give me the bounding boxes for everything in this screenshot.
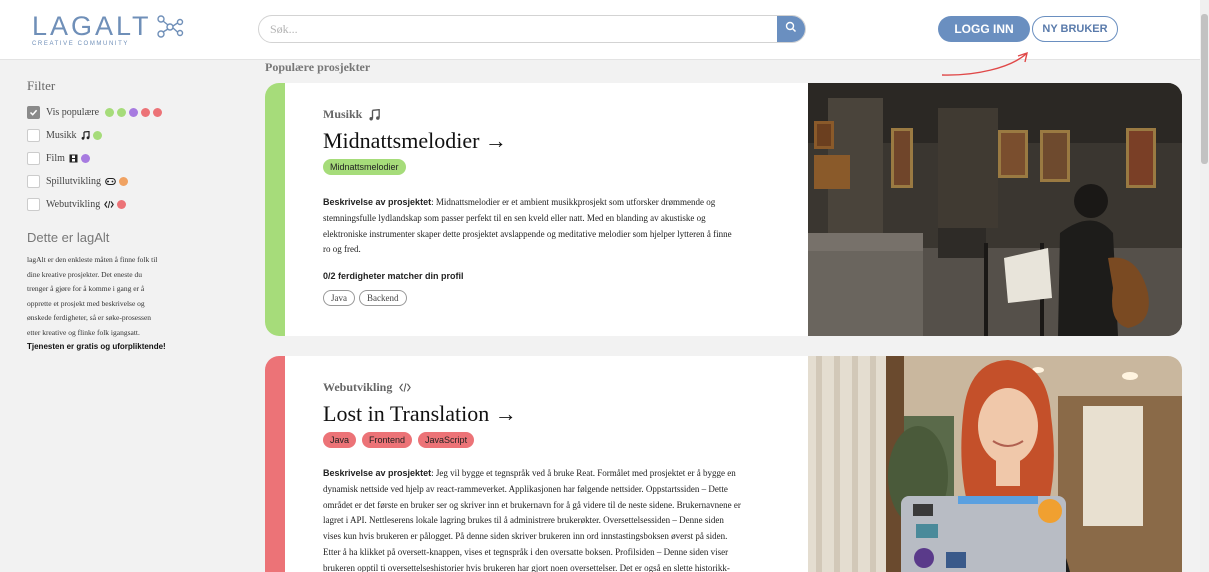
annotation-arrow-icon	[940, 48, 1035, 85]
desc-line: Etter å ha klikket på oversett-knappen, …	[323, 546, 729, 557]
login-button[interactable]: LOGG INN	[938, 16, 1030, 42]
scrollbar-thumb[interactable]	[1201, 14, 1208, 164]
filter-music[interactable]: Musikk	[27, 124, 227, 147]
skill-list: Java Backend	[323, 290, 809, 307]
desc-line: elektroniske instrumenter skaper dette p…	[323, 228, 732, 239]
color-dot	[117, 200, 127, 209]
card-body: Musikk Midnattsmelodier → Midnattsmelodi…	[323, 107, 809, 307]
project-description: Beskrivelse av prosjektet: Midnattsmelod…	[323, 195, 809, 258]
project-tag: Midnattsmelodier	[323, 159, 406, 175]
about-text: lagAlt er den enkleste måten å finne fol…	[27, 253, 167, 355]
register-button[interactable]: NY BRUKER	[1032, 16, 1118, 42]
about-line: trenger å gjøre for å komme i gang er å	[27, 284, 145, 293]
filter-film-checkbox[interactable]	[27, 152, 40, 165]
project-tag: Java	[323, 432, 357, 448]
film-icon	[69, 154, 78, 163]
desc-line: området er det første en bruker ser og s…	[323, 499, 741, 510]
project-image	[808, 83, 1182, 336]
tag-list: Midnattsmelodier	[323, 159, 809, 175]
gamepad-icon	[105, 177, 116, 186]
scrollbar[interactable]	[1200, 0, 1209, 572]
tag-list: Java Frontend JavaScript	[323, 432, 809, 448]
color-dot	[117, 108, 127, 117]
filter-label: Vis populære	[46, 107, 100, 118]
card-body: Webutvikling Lost in Translation → Java …	[323, 380, 809, 572]
filter-label: Webutvikling	[46, 199, 101, 210]
code-icon	[398, 382, 412, 393]
about-line: opprette et prosjekt med beskrivelse og	[27, 298, 145, 308]
music-note-icon	[368, 108, 381, 121]
logo-text: LAGALT	[32, 11, 152, 41]
about-line: lagAlt er den enkleste måten å finne fol…	[27, 255, 158, 264]
filter-web-dev-checkbox[interactable]	[27, 198, 40, 211]
desc-line: : Jeg vil bygge et tegnspråk ved å bruke…	[431, 468, 736, 478]
sidebar: Filter Vis populære Musikk Film Spillutv…	[27, 78, 227, 355]
section-title: Populære prosjekter	[265, 60, 371, 74]
about-line: dine kreative prosjekter. Det eneste du	[27, 269, 142, 279]
color-dot	[119, 177, 129, 186]
desc-label: Beskrivelse av prosjektet	[323, 197, 432, 207]
project-title[interactable]: Midnattsmelodier →	[323, 128, 809, 154]
filter-popular-checkbox[interactable]	[27, 106, 40, 119]
search-icon	[785, 20, 797, 38]
logo[interactable]: LAGALT CREATIVE COMMUNITY	[32, 12, 184, 47]
about-line: etter kreative og flinke folk igangsatt.	[27, 327, 140, 337]
skill-chip: Java	[323, 290, 355, 307]
color-dot	[80, 154, 90, 163]
filter-music-checkbox[interactable]	[27, 129, 40, 142]
desc-line: ro og fred.	[323, 244, 361, 255]
filter-title: Filter	[27, 78, 56, 93]
search-bar	[258, 15, 806, 43]
skill-chip: Backend	[359, 290, 407, 307]
code-icon	[104, 200, 115, 209]
logo-subtitle: CREATIVE COMMUNITY	[32, 41, 130, 47]
desc-line: brukeren opptil ti oversettelseshistorie…	[323, 562, 730, 572]
category-label: Musikk	[323, 107, 363, 121]
color-dot	[105, 108, 115, 117]
filter-label: Musikk	[46, 130, 77, 141]
desc-line: lagret i API. Nettleserens lokale lagrin…	[323, 515, 724, 526]
about-title: Dette er lagAlt	[27, 230, 110, 245]
project-card[interactable]: Musikk Midnattsmelodier → Midnattsmelodi…	[265, 83, 1182, 336]
project-category: Webutvikling	[323, 380, 809, 395]
card-accent-stripe	[265, 356, 285, 572]
network-nodes-icon	[156, 14, 184, 45]
filter-popular[interactable]: Vis populære	[27, 101, 227, 124]
desc-line: vises kun hvis brukeren er pålogget. På …	[323, 531, 728, 542]
search-button[interactable]	[777, 16, 805, 42]
color-dot	[129, 108, 139, 117]
color-dot	[92, 131, 102, 140]
filter-label: Spillutvikling	[46, 176, 102, 187]
desc-label: Beskrivelse av prosjektet	[323, 468, 432, 478]
filter-game-dev-checkbox[interactable]	[27, 175, 40, 188]
search-input[interactable]	[259, 16, 759, 42]
card-accent-stripe	[265, 83, 285, 336]
color-dot	[141, 108, 151, 117]
desc-line: stemningsfulle lydlandskap som passer pe…	[323, 212, 706, 223]
filter-web-dev[interactable]: Webutvikling	[27, 193, 227, 216]
project-tag: JavaScript	[418, 432, 475, 448]
project-description: Beskrivelse av prosjektet: Jeg vil bygge…	[323, 466, 809, 572]
desc-line: dynamisk nettside ved hjelp av react-ram…	[323, 483, 728, 494]
project-category: Musikk	[323, 107, 809, 122]
filter-film[interactable]: Film	[27, 147, 227, 170]
color-dot	[153, 108, 163, 117]
project-card[interactable]: Webutvikling Lost in Translation → Java …	[265, 356, 1182, 572]
skill-match-text: 0/2 ferdigheter matcher din profil	[323, 271, 464, 282]
about-line: ønskede ferdigheter, så er søke-prosesse…	[27, 313, 152, 322]
project-image	[808, 356, 1182, 572]
music-note-icon	[81, 131, 90, 140]
filter-label: Film	[46, 153, 65, 164]
project-tag: Frontend	[362, 432, 413, 448]
category-label: Webutvikling	[323, 380, 393, 394]
desc-line: : Midnattsmelodier er et ambient musikkp…	[431, 197, 716, 207]
filter-game-dev[interactable]: Spillutvikling	[27, 170, 227, 193]
about-strong: Tjenesten er gratis og uforpliktende!	[27, 342, 166, 351]
project-title[interactable]: Lost in Translation →	[323, 401, 809, 427]
